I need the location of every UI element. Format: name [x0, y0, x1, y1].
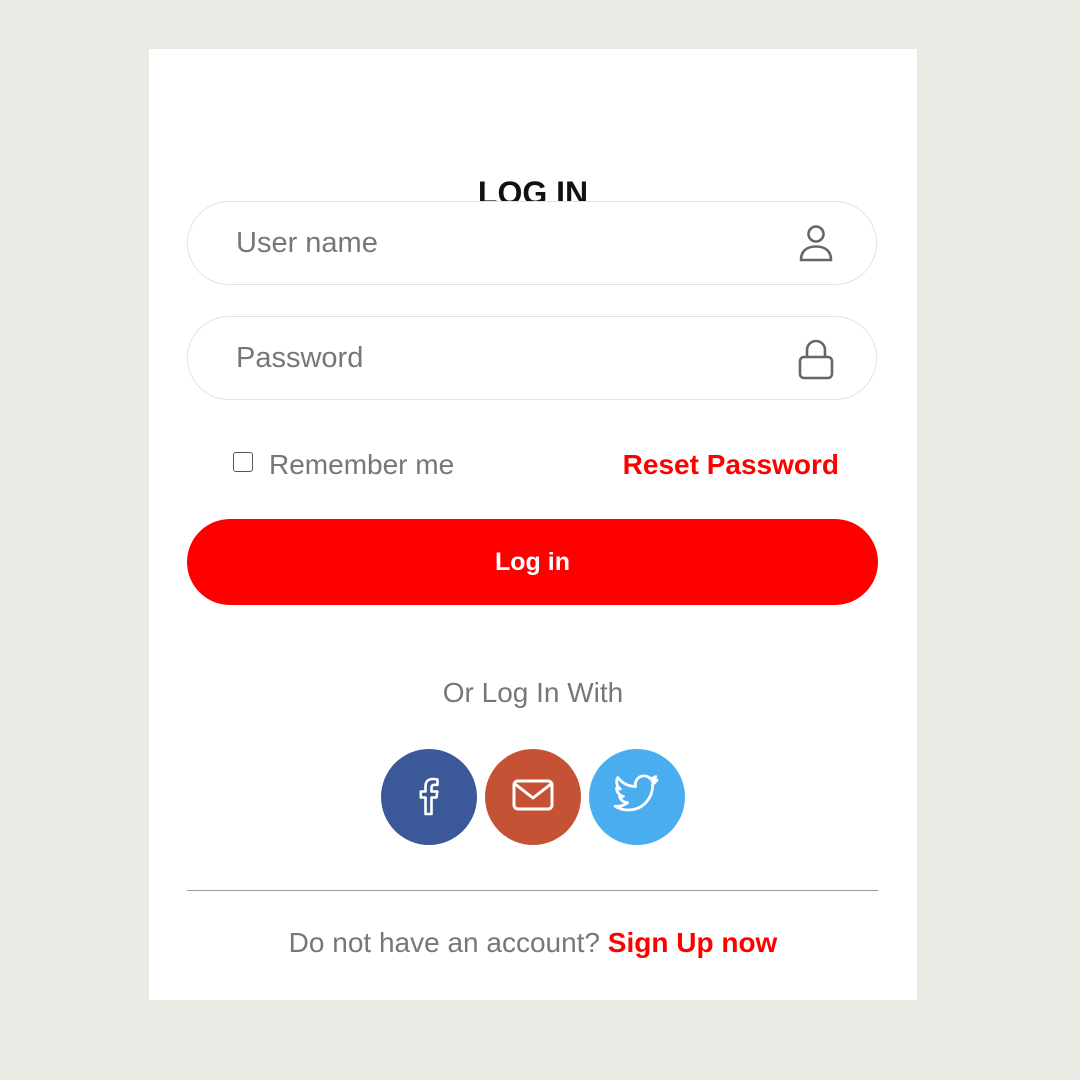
mail-icon [510, 772, 556, 823]
facebook-icon [407, 773, 451, 822]
social-login-label: Or Log In With [442, 677, 624, 708]
twitter-login-button[interactable] [589, 749, 685, 845]
password-input[interactable] [236, 317, 776, 399]
username-input[interactable] [236, 202, 776, 284]
remember-checkbox[interactable] [233, 452, 253, 472]
lock-icon [794, 337, 838, 381]
email-login-button[interactable] [485, 749, 581, 845]
user-icon [794, 222, 838, 266]
remember-me[interactable]: Remember me [233, 445, 454, 485]
username-field[interactable] [187, 201, 877, 285]
divider [187, 890, 878, 891]
twitter-icon [613, 771, 661, 824]
facebook-login-button[interactable] [381, 749, 477, 845]
signup-prompt: Do not have an account? [288, 927, 601, 958]
password-field[interactable] [187, 316, 877, 400]
login-card: LOG IN Remember me Reset Password Log in… [149, 49, 917, 1000]
signup-link[interactable]: Sign Up now [608, 927, 778, 958]
remember-label: Remember me [269, 449, 455, 480]
signup-row: Do not have an account? Sign Up now [149, 923, 917, 963]
login-button[interactable]: Log in [187, 519, 878, 605]
reset-password-link[interactable]: Reset Password [623, 445, 839, 485]
